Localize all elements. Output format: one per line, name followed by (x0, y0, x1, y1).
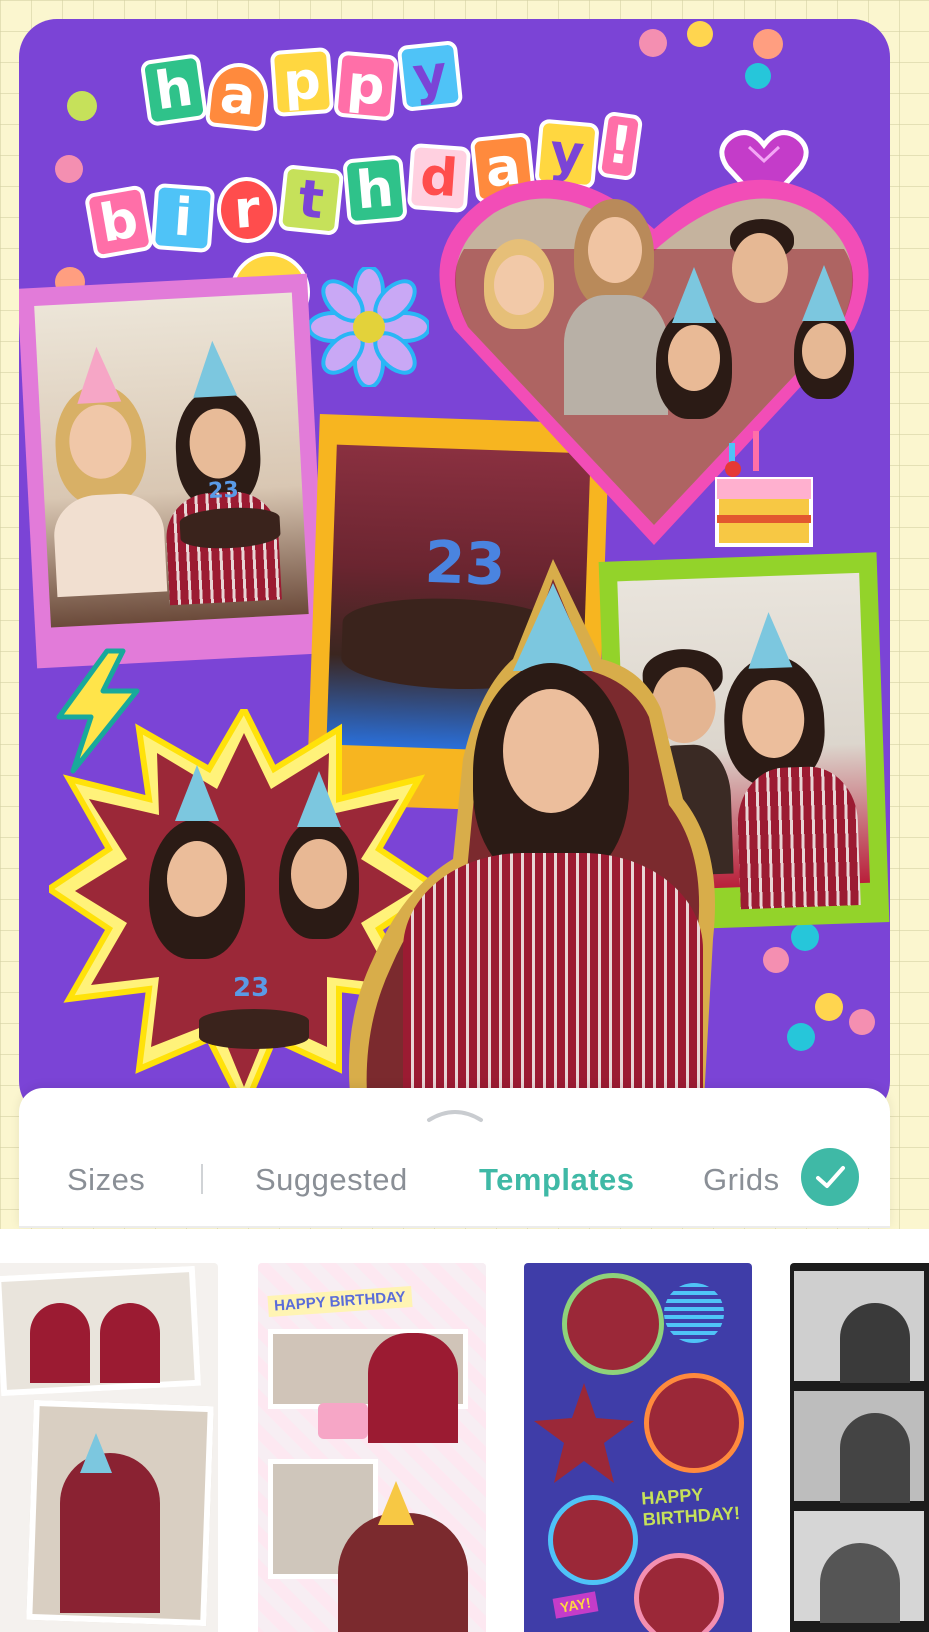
tab-templates[interactable]: Templates (479, 1162, 635, 1198)
title-letter: h (139, 53, 209, 127)
title-happy[interactable]: h a p p y (139, 40, 464, 132)
title-letter: i (150, 182, 216, 254)
template-banner: HAPPY BIRTHDAY! (640, 1484, 741, 1530)
confetti-dot (55, 155, 83, 183)
title-letter: y (396, 40, 464, 112)
sheet-divider (19, 1226, 890, 1228)
title-letter: a (204, 60, 272, 132)
tab-sizes[interactable]: Sizes (67, 1162, 145, 1198)
confetti-dot (687, 21, 713, 47)
title-letter: p (333, 50, 399, 122)
tab-divider (201, 1164, 203, 1194)
confetti-dot (815, 993, 843, 1021)
confetti-dot (753, 29, 783, 59)
confetti-dot (849, 1009, 875, 1035)
photo-frame-pink[interactable]: 23 (19, 273, 327, 669)
collage-canvas[interactable]: h a p p y b i r t h d a y ! 23 23 23 (19, 19, 890, 1119)
template-thumbnail[interactable]: HAPPY BIRTHDAY (258, 1263, 486, 1632)
chevron-up-icon[interactable] (425, 1102, 485, 1124)
confetti-dot (745, 63, 771, 89)
checkmark-icon (816, 1166, 845, 1188)
template-thumbnail[interactable] (0, 1263, 218, 1632)
template-thumbnail[interactable]: HAPPY BIRTHDAY! YAY! (524, 1263, 752, 1632)
title-letter: p (269, 46, 335, 118)
template-tag: YAY! (552, 1591, 599, 1619)
photo-number: 23 (207, 477, 240, 505)
cake-slice-sticker[interactable] (711, 423, 821, 553)
template-thumbnail[interactable] (790, 1263, 929, 1632)
tab-bar: Sizes Suggested Templates Grids (19, 1148, 890, 1206)
title-letter: b (83, 184, 155, 260)
confirm-button[interactable] (801, 1148, 859, 1206)
photo-number: 23 (233, 973, 270, 1003)
title-letter: r (214, 174, 280, 246)
confetti-dot (639, 29, 667, 57)
confetti-dot (67, 91, 97, 121)
title-letter: t (277, 164, 345, 236)
flower-sticker[interactable] (309, 267, 429, 387)
confetti-dot (763, 947, 789, 973)
template-strip[interactable]: HAPPY BIRTHDAY HAPPY BIRTHDAY! YAY! (0, 1229, 929, 1632)
confetti-dot (791, 923, 819, 951)
bottom-sheet: Sizes Suggested Templates Grids (19, 1088, 890, 1228)
title-letter: h (342, 154, 408, 226)
photo-cutout-hero[interactable] (343, 559, 743, 1119)
tab-grids[interactable]: Grids (703, 1162, 780, 1198)
confetti-dot (787, 1023, 815, 1051)
tab-suggested[interactable]: Suggested (255, 1162, 408, 1198)
